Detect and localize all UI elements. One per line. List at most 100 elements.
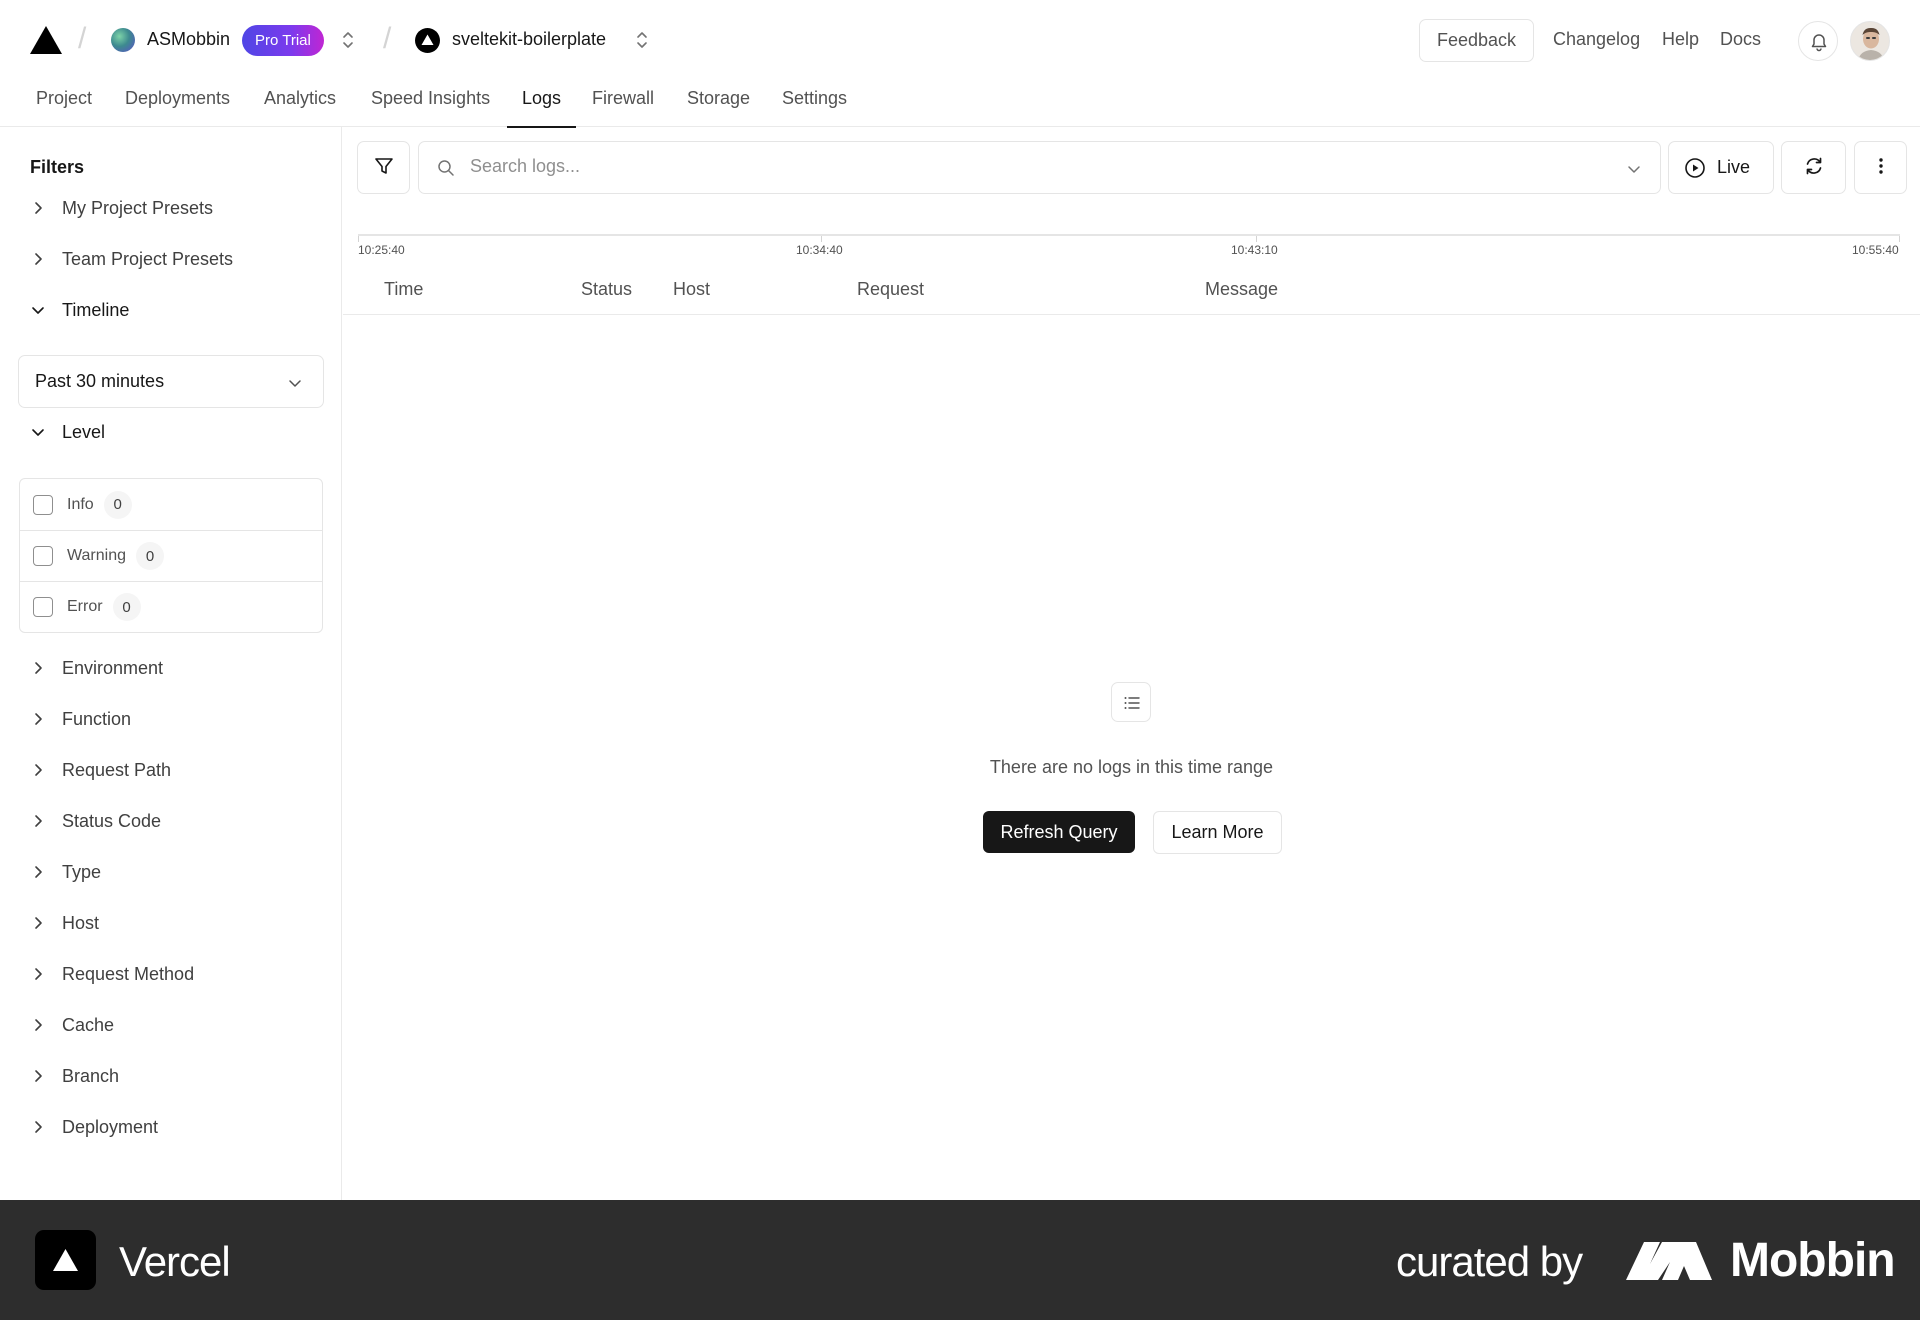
filter-my-project-presets[interactable]: My Project Presets [30, 193, 330, 223]
column-header-host[interactable]: Host [673, 279, 710, 300]
filter-team-project-presets[interactable]: Team Project Presets [30, 244, 330, 274]
timeline-tick [1256, 236, 1257, 242]
learn-more-button[interactable]: Learn More [1153, 811, 1282, 854]
chevron-down-icon [289, 380, 301, 387]
project-switcher-icon[interactable] [635, 27, 649, 53]
tab-project[interactable]: Project [36, 88, 92, 127]
chevron-right-icon [35, 662, 42, 674]
filter-toggle-button[interactable] [357, 141, 410, 194]
refresh-query-button[interactable]: Refresh Query [983, 811, 1135, 853]
curator-name: Mobbin [1730, 1234, 1896, 1287]
footer-app-name: Vercel [119, 1238, 231, 1285]
chevron-right-icon [35, 713, 42, 725]
chevron-down-icon[interactable] [1626, 161, 1642, 177]
column-header-message[interactable]: Message [1205, 279, 1278, 300]
chevron-right-icon [35, 1070, 42, 1082]
more-options-button[interactable] [1854, 141, 1907, 194]
filter-label: Request Path [62, 759, 172, 780]
live-button[interactable]: Live [1668, 141, 1774, 194]
filter-timeline[interactable]: Timeline [30, 295, 330, 325]
filter-host[interactable]: Host [30, 908, 330, 938]
chevron-right-icon [35, 917, 42, 929]
team-avatar[interactable] [111, 28, 135, 52]
tab-logs[interactable]: Logs [506, 88, 577, 128]
refresh-button[interactable] [1781, 141, 1846, 194]
filter-cache[interactable]: Cache [30, 1010, 330, 1040]
filter-label: My Project Presets [62, 197, 214, 218]
live-button-label: Live [1717, 157, 1751, 177]
vercel-logo-icon[interactable] [28, 24, 64, 56]
play-circle-icon [1685, 157, 1705, 178]
feedback-button[interactable]: Feedback [1419, 19, 1534, 62]
filter-label: Environment [62, 657, 164, 678]
column-header-time[interactable]: Time [384, 279, 423, 300]
filter-label: Function [62, 708, 132, 729]
team-name[interactable]: ASMobbin [147, 29, 230, 50]
plan-badge: Pro Trial [242, 25, 324, 56]
search-icon [438, 160, 454, 176]
filter-label: Type [62, 861, 102, 882]
level-option-info[interactable]: Info 0 [20, 479, 322, 530]
filter-request-path[interactable]: Request Path [30, 755, 330, 785]
filter-label: Branch [62, 1065, 120, 1086]
filter-branch[interactable]: Branch [30, 1061, 330, 1091]
timeline-track[interactable] [358, 234, 1900, 236]
error-checkbox[interactable] [33, 597, 53, 617]
table-header-divider [343, 314, 1920, 315]
curated-by-text: curated by [1396, 1238, 1583, 1285]
timeline-tick-label: 10:43:10 [1231, 243, 1278, 257]
filter-type[interactable]: Type [30, 857, 330, 887]
column-header-status[interactable]: Status [581, 279, 632, 300]
tab-firewall[interactable]: Firewall [592, 88, 654, 127]
chevron-down-icon [32, 429, 44, 436]
tab-speed-insights[interactable]: Speed Insights [371, 88, 490, 127]
search-bar[interactable] [418, 141, 1661, 194]
bell-icon [1811, 34, 1827, 52]
project-name[interactable]: sveltekit-boilerplate [452, 29, 606, 50]
tab-storage[interactable]: Storage [687, 88, 750, 127]
level-count-badge: 0 [103, 490, 132, 519]
timeline-tick [1899, 236, 1900, 242]
warning-checkbox[interactable] [33, 546, 53, 566]
project-icon[interactable] [415, 28, 440, 53]
help-link[interactable]: Help [1662, 29, 1699, 50]
filter-deployment[interactable]: Deployment [30, 1112, 330, 1142]
filter-label: Timeline [62, 299, 130, 320]
filter-label: Request Method [62, 963, 195, 984]
changelog-link[interactable]: Changelog [1553, 29, 1640, 50]
timeline-tick-label: 10:55:40 [1852, 243, 1899, 257]
timeline-select[interactable]: Past 30 minutes [18, 355, 324, 408]
level-options: Info 0 Warning 0 Error 0 [19, 478, 323, 633]
logs-main: Live 10:25:40 10:34:40 10:43:10 10:55:40… [343, 127, 1920, 1200]
tab-settings[interactable]: Settings [782, 88, 847, 127]
filter-label: Level [62, 421, 106, 442]
column-header-request[interactable]: Request [857, 279, 924, 300]
tab-deployments[interactable]: Deployments [125, 88, 230, 127]
timeline-tick-label: 10:34:40 [796, 243, 843, 257]
docs-link[interactable]: Docs [1720, 29, 1761, 50]
level-option-error[interactable]: Error 0 [20, 581, 322, 632]
chevron-right-icon [35, 1121, 42, 1133]
filter-environment[interactable]: Environment [30, 653, 330, 683]
chevron-right-icon [35, 866, 42, 878]
filter-status-code[interactable]: Status Code [30, 806, 330, 836]
notifications-button[interactable] [1798, 21, 1838, 61]
level-option-label: Error [67, 598, 103, 615]
level-option-warning[interactable]: Warning 0 [20, 530, 322, 581]
filter-level[interactable]: Level [30, 417, 330, 447]
filter-function[interactable]: Function [30, 704, 330, 734]
project-tabs: Project Deployments Analytics Speed Insi… [0, 80, 1920, 128]
user-avatar[interactable] [1850, 21, 1890, 61]
filter-request-method[interactable]: Request Method [30, 959, 330, 989]
refresh-icon [1806, 157, 1821, 175]
chevron-right-icon [35, 202, 42, 214]
filters-title: Filters [30, 157, 85, 177]
search-input[interactable] [470, 156, 1570, 177]
breadcrumb-separator: / [78, 22, 87, 55]
team-switcher-icon[interactable] [341, 27, 355, 53]
footer-banner: Vercel curated by Mobbin [0, 1200, 1920, 1320]
filter-label: Status Code [62, 810, 162, 831]
tab-analytics[interactable]: Analytics [264, 88, 336, 127]
info-checkbox[interactable] [33, 494, 53, 515]
chevron-right-icon [35, 968, 42, 980]
